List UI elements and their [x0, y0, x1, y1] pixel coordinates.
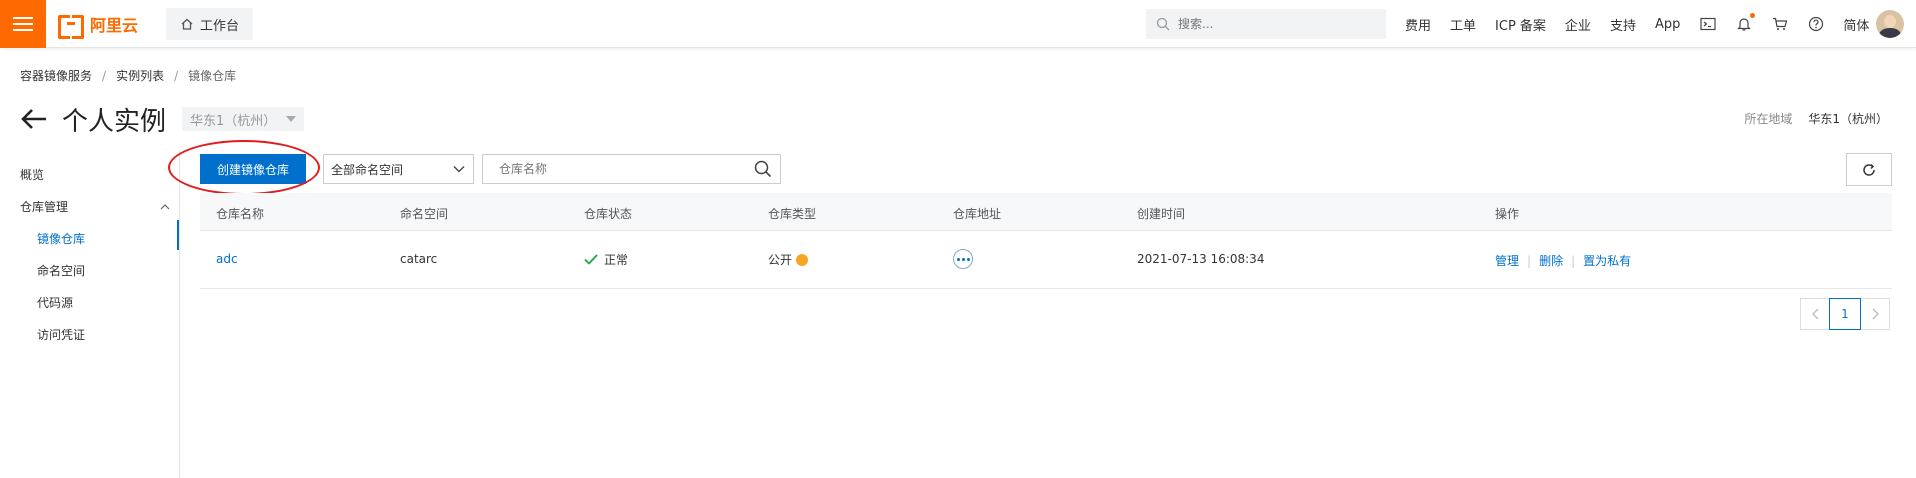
info-icon[interactable]: [796, 253, 809, 266]
repo-name-link[interactable]: adc: [216, 252, 238, 266]
breadcrumb-item-instances[interactable]: 实例列表: [116, 67, 164, 84]
repo-type: 公开: [768, 251, 809, 268]
action-divider: |: [1571, 253, 1576, 268]
repo-status-text: 正常: [604, 253, 629, 267]
region-info: 所在地域 华东1（杭州）: [1744, 110, 1888, 127]
chevron-up-icon: [160, 203, 170, 209]
caret-down-icon: [286, 116, 297, 122]
more-icon[interactable]: [953, 249, 973, 269]
column-header-address: 仓库地址: [953, 207, 1002, 221]
sidebar-item-access-credential[interactable]: 访问凭证: [37, 326, 85, 343]
delete-link[interactable]: 删除: [1539, 252, 1563, 269]
column-header-name: 仓库名称: [216, 207, 265, 221]
terminal-icon[interactable]: [1699, 15, 1717, 33]
repo-table: 仓库名称 命名空间 仓库状态 仓库类型 仓库地址 创建时间 操作 adc cat…: [200, 193, 1892, 289]
sidebar-group-label: 仓库管理: [20, 200, 69, 214]
repo-type-text: 公开: [768, 253, 793, 267]
prev-page-button[interactable]: [1800, 298, 1830, 330]
repo-name-search[interactable]: [482, 154, 781, 184]
next-page-button[interactable]: [1860, 298, 1890, 330]
help-icon[interactable]: [1807, 15, 1825, 33]
breadcrumb-separator: /: [174, 68, 179, 83]
column-header-namespace: 命名空间: [400, 207, 449, 221]
workbench-button[interactable]: 工作台: [166, 8, 254, 40]
check-icon: [584, 254, 598, 265]
chevron-left-icon: [1811, 308, 1818, 320]
logo-text: 阿里云: [90, 16, 139, 35]
sidebar-active-indicator: [177, 220, 179, 250]
region-select-value: 华东1（杭州）: [190, 113, 277, 129]
table-header: 仓库名称 命名空间 仓库状态 仓库类型 仓库地址 创建时间 操作: [200, 193, 1892, 231]
aliyun-logo-icon: [58, 15, 84, 39]
workbench-label: 工作台: [200, 18, 240, 34]
user-avatar[interactable]: [1876, 10, 1904, 38]
sidebar-item-overview[interactable]: 概览: [20, 166, 44, 183]
cart-icon[interactable]: [1771, 15, 1789, 33]
breadcrumb-separator: /: [102, 68, 107, 83]
breadcrumb: 容器镜像服务 / 实例列表 / 镜像仓库: [20, 67, 236, 84]
sidebar-group-repo-mgmt[interactable]: 仓库管理: [20, 198, 170, 215]
sidebar-item-image-repo[interactable]: 镜像仓库: [37, 230, 85, 247]
sidebar-item-code-source[interactable]: 代码源: [37, 294, 73, 311]
create-repo-button-label: 创建镜像仓库: [216, 162, 289, 177]
refresh-icon: [1863, 163, 1875, 176]
region-select[interactable]: 华东1（杭州）: [182, 107, 305, 131]
notification-dot: [1750, 13, 1756, 18]
refresh-button[interactable]: [1846, 153, 1892, 186]
page-number-current[interactable]: 1: [1829, 298, 1861, 330]
top-link-ticket[interactable]: 工单: [1450, 15, 1476, 34]
repo-name-search-input[interactable]: [499, 162, 754, 176]
search-icon: [1156, 17, 1170, 31]
top-link-support[interactable]: 支持: [1610, 15, 1636, 34]
chevron-right-icon: [1872, 308, 1879, 320]
column-header-type: 仓库类型: [768, 207, 817, 221]
column-header-status: 仓库状态: [584, 207, 633, 221]
language-switch[interactable]: 简体: [1843, 15, 1869, 34]
action-divider: |: [1527, 253, 1532, 268]
aliyun-logo[interactable]: 阿里云: [58, 12, 139, 39]
repo-status: 正常: [584, 251, 628, 268]
global-search[interactable]: [1146, 9, 1386, 39]
top-links: 费用 工单 ICP 备案 企业 支持 App 简体: [1405, 0, 1888, 48]
column-header-actions: 操作: [1495, 207, 1520, 221]
table-row: adc catarc 正常 公开 2021-07-13 16:08:34 管理 …: [200, 231, 1892, 289]
top-link-icp[interactable]: ICP 备案: [1495, 15, 1546, 34]
namespace-select-value: 全部命名空间: [331, 162, 404, 177]
repo-actions: 管理 | 删除 | 置为私有: [1495, 252, 1631, 269]
top-navigation-bar: 阿里云 工作台 费用 工单 ICP 备案 企业 支持 App 简体: [0, 0, 1916, 48]
repo-created-time: 2021-07-13 16:08:34: [1137, 252, 1265, 266]
manage-link[interactable]: 管理: [1495, 252, 1519, 269]
bell-icon[interactable]: [1735, 13, 1756, 33]
breadcrumb-item-current: 镜像仓库: [188, 69, 237, 83]
region-label: 所在地域: [1744, 112, 1793, 126]
repo-namespace: catarc: [400, 252, 438, 266]
hamburger-menu-icon[interactable]: [0, 0, 46, 48]
chevron-down-icon: [453, 166, 465, 173]
global-search-input[interactable]: [1178, 17, 1378, 31]
top-link-enterprise[interactable]: 企业: [1565, 15, 1591, 34]
top-link-app[interactable]: App: [1655, 17, 1680, 32]
top-link-billing[interactable]: 费用: [1405, 15, 1431, 34]
create-repo-button[interactable]: 创建镜像仓库: [200, 154, 306, 184]
breadcrumb-item-registry[interactable]: 容器镜像服务: [20, 67, 92, 84]
pagination: 1: [1800, 298, 1890, 330]
search-icon[interactable]: [754, 160, 772, 178]
set-private-link[interactable]: 置为私有: [1583, 252, 1631, 269]
page-title: 个人实例: [62, 106, 167, 137]
home-icon: [181, 18, 193, 30]
page-header: 个人实例 华东1（杭州）: [20, 102, 305, 137]
namespace-select[interactable]: 全部命名空间: [323, 154, 474, 184]
column-header-created: 创建时间: [1137, 207, 1186, 221]
region-value: 华东1（杭州）: [1808, 112, 1888, 126]
repo-address: [953, 249, 973, 269]
back-arrow-icon[interactable]: [20, 107, 48, 131]
sidebar-item-namespace[interactable]: 命名空间: [37, 262, 85, 279]
